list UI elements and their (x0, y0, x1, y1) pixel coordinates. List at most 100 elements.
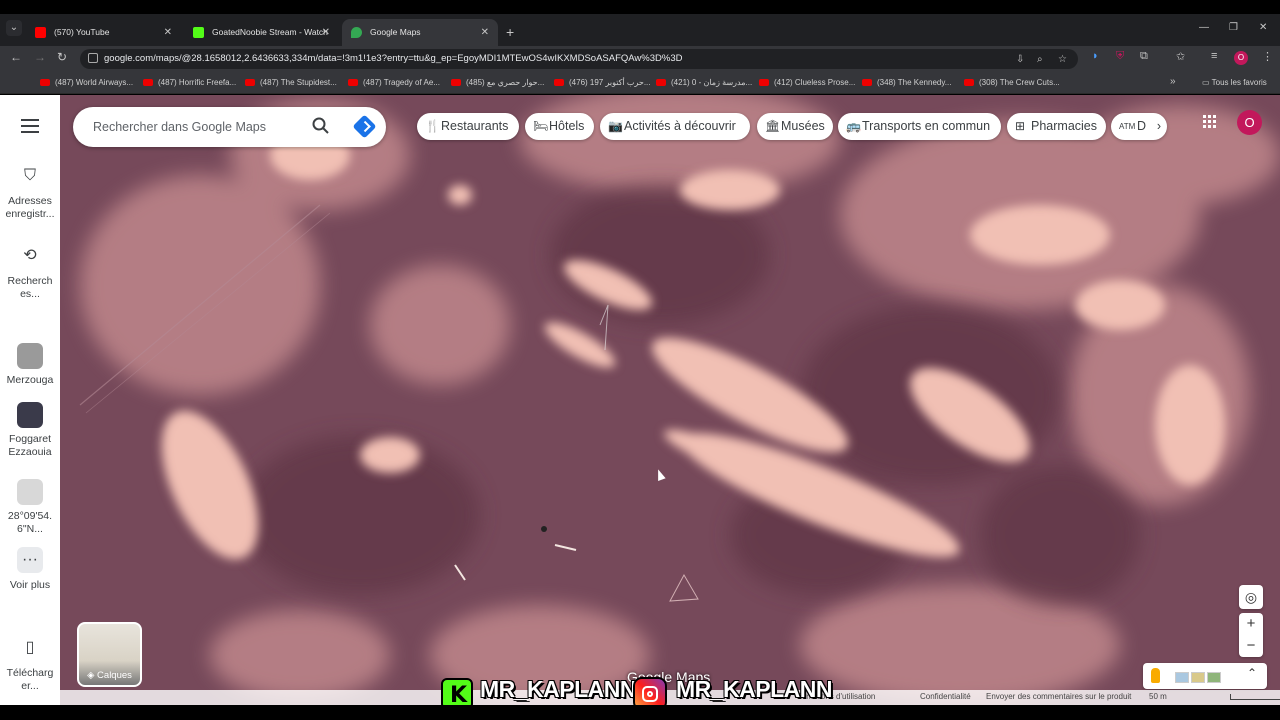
site-info-icon[interactable] (88, 53, 98, 63)
youtube-icon (35, 27, 46, 38)
saved-places-button[interactable]: ⛉ Adresses enregistr... (0, 163, 60, 221)
all-bookmarks-link[interactable]: ▭ Tous les favoris (1202, 78, 1267, 87)
history-icon: ⟲ (23, 247, 37, 264)
address-bar[interactable]: google.com/maps/@28.1658012,2.6436633,33… (80, 49, 1078, 69)
tab-kick[interactable]: GoatedNoobie Stream - Watch ✕ (184, 19, 339, 46)
favorites-icon[interactable]: ✩ (1176, 50, 1185, 63)
scale-bar (1230, 694, 1280, 700)
tab-google-maps[interactable]: Google Maps ✕ (342, 19, 498, 46)
tab-title: Google Maps (370, 27, 421, 37)
zoom-out-button[interactable]: − (1239, 635, 1263, 657)
zoom-in-button[interactable]: + (1239, 613, 1263, 635)
zoom-icon[interactable]: ⌕ (1037, 54, 1043, 65)
pegman-icon[interactable] (1151, 668, 1160, 683)
back-icon[interactable]: ← (10, 50, 22, 64)
minimize-icon[interactable]: — (1199, 22, 1209, 33)
recent-place-merzouga[interactable]: Merzouga (0, 343, 60, 387)
youtube-icon (451, 79, 461, 86)
google-apps-icon[interactable] (1203, 115, 1217, 129)
youtube-icon (759, 79, 769, 86)
recent-button[interactable]: ⟲ Recherch es... (0, 243, 60, 301)
extension-shield-icon[interactable]: ⛨ (1116, 50, 1124, 63)
see-more-button[interactable]: ··· Voir plus (0, 547, 60, 592)
place-thumbnail (17, 479, 43, 505)
search-input[interactable]: Rechercher dans Google Maps (93, 120, 266, 134)
bookmarks-bar: (487) World Airways... (487) Horrific Fr… (0, 72, 1280, 94)
pharmacy-icon: ⊞ (1015, 119, 1026, 133)
chevron-right-icon[interactable]: » (1170, 76, 1176, 87)
feedback-link[interactable]: Envoyer des commentaires sur le produit (986, 692, 1131, 701)
tab-title: GoatedNoobie Stream - Watch (212, 27, 328, 37)
youtube-icon (348, 79, 358, 86)
chip-hotels[interactable]: 🛏 Hôtels (525, 113, 594, 140)
youtube-icon (143, 79, 153, 86)
menu-hamburger-icon[interactable] (21, 119, 39, 137)
maps-search-box[interactable]: Rechercher dans Google Maps (73, 107, 386, 147)
chevron-up-icon[interactable]: ⌃ (1247, 666, 1257, 680)
crosshair-icon: ◎ (1244, 589, 1258, 605)
window-close-icon[interactable]: ✕ (1259, 22, 1267, 33)
bookmark-item[interactable]: (487) Horrific Freefa... (143, 78, 236, 87)
profile-avatar[interactable]: O (1234, 51, 1248, 65)
bookmark-item[interactable]: (487) Tragedy of Ae... (348, 78, 440, 87)
media-icon[interactable]: ≡ (1211, 50, 1217, 62)
restore-icon[interactable]: ❐ (1229, 22, 1238, 33)
chip-museums[interactable]: 🏛 Musées (757, 113, 833, 140)
maps-pin-icon (351, 27, 362, 38)
install-icon[interactable]: ⇩ (1016, 54, 1024, 65)
chip-pharmacies[interactable]: ⊞ Pharmacies (1007, 113, 1106, 140)
atm-icon: ATM (1119, 122, 1136, 131)
extensions-puzzle-icon[interactable]: ⧉ (1140, 50, 1148, 63)
tab-strip: ⌄ (570) YouTube ✕ GoatedNoobie Stream - … (0, 14, 1280, 46)
account-avatar[interactable]: O (1237, 110, 1262, 135)
letterbox-bar (0, 705, 1280, 720)
imagery-thumbnails[interactable] (1175, 670, 1223, 688)
chip-atm[interactable]: ATM D › (1111, 113, 1167, 140)
zoom-controls: + − (1239, 613, 1263, 657)
bookmark-item[interactable]: (487) World Airways... (40, 78, 133, 87)
bed-icon: 🛏 (533, 119, 549, 133)
recent-place-coordinates[interactable]: 28°09'54. 6"N... (0, 479, 60, 536)
bookmark-item[interactable]: (476) حرب أكتوبر 197... (554, 78, 651, 87)
maps-sidebar: ⛉ Adresses enregistr... ⟲ Recherch es...… (0, 95, 60, 705)
bookmark-item[interactable]: (412) Clueless Prose... (759, 78, 855, 87)
search-icon[interactable] (311, 116, 331, 136)
youtube-icon (862, 79, 872, 86)
menu-icon[interactable]: ⋮ (1262, 50, 1273, 63)
bookmark-item[interactable]: (308) The Crew Cuts... (964, 78, 1060, 87)
scale-label: 50 m (1149, 692, 1167, 701)
bookmark-item[interactable]: (348) The Kennedy... (862, 78, 951, 87)
new-tab-button[interactable]: + (506, 19, 514, 46)
bookmark-item[interactable]: (421) مدرسة زمان - 0... (656, 78, 752, 87)
extension-icon[interactable]: ◗ (1092, 50, 1099, 62)
chevron-right-icon[interactable]: › (1157, 113, 1161, 140)
tab-title: (570) YouTube (54, 27, 110, 37)
chip-restaurants[interactable]: 🍴 Restaurants (417, 113, 519, 140)
more-dots-icon: ··· (17, 547, 43, 573)
satellite-terrain (60, 95, 1280, 705)
youtube-icon (40, 79, 50, 86)
download-app-button[interactable]: ▯ Télécharg er... (0, 635, 60, 693)
tab-youtube[interactable]: (570) YouTube ✕ (26, 19, 181, 46)
close-icon[interactable]: ✕ (481, 19, 489, 46)
bookmark-item[interactable]: (487) The Stupidest... (245, 78, 337, 87)
recent-place-foggaret[interactable]: Foggaret Ezzaouia (0, 402, 60, 459)
close-icon[interactable]: ✕ (164, 19, 172, 46)
close-icon[interactable]: ✕ (322, 19, 330, 46)
my-location-button[interactable]: ◎ (1239, 585, 1263, 609)
chip-transit[interactable]: 🚌 Transports en commun (838, 113, 1001, 140)
map-bottom-controls: ⌃ (1143, 663, 1267, 689)
bookmark-item[interactable]: (485) حوار حصري مع... (451, 78, 544, 87)
directions-icon[interactable] (352, 114, 377, 139)
bus-icon: 🚌 (846, 119, 861, 133)
tab-search-button[interactable]: ⌄ (6, 20, 22, 36)
privacy-link[interactable]: Confidentialité (920, 692, 971, 701)
reload-icon[interactable]: ↻ (57, 50, 67, 64)
layers-button[interactable]: ◈ Calques (77, 622, 142, 687)
browser-toolbar: ← → ↻ google.com/maps/@28.1658012,2.6436… (0, 46, 1280, 72)
layers-icon: ◈ (87, 670, 98, 681)
satellite-map[interactable]: Rechercher dans Google Maps 🍴 Restaurants… (60, 95, 1280, 705)
forward-icon[interactable]: → (34, 50, 46, 64)
bookmark-star-icon[interactable]: ☆ (1058, 54, 1067, 65)
chip-activities[interactable]: 📷 Activités à découvrir (600, 113, 750, 140)
